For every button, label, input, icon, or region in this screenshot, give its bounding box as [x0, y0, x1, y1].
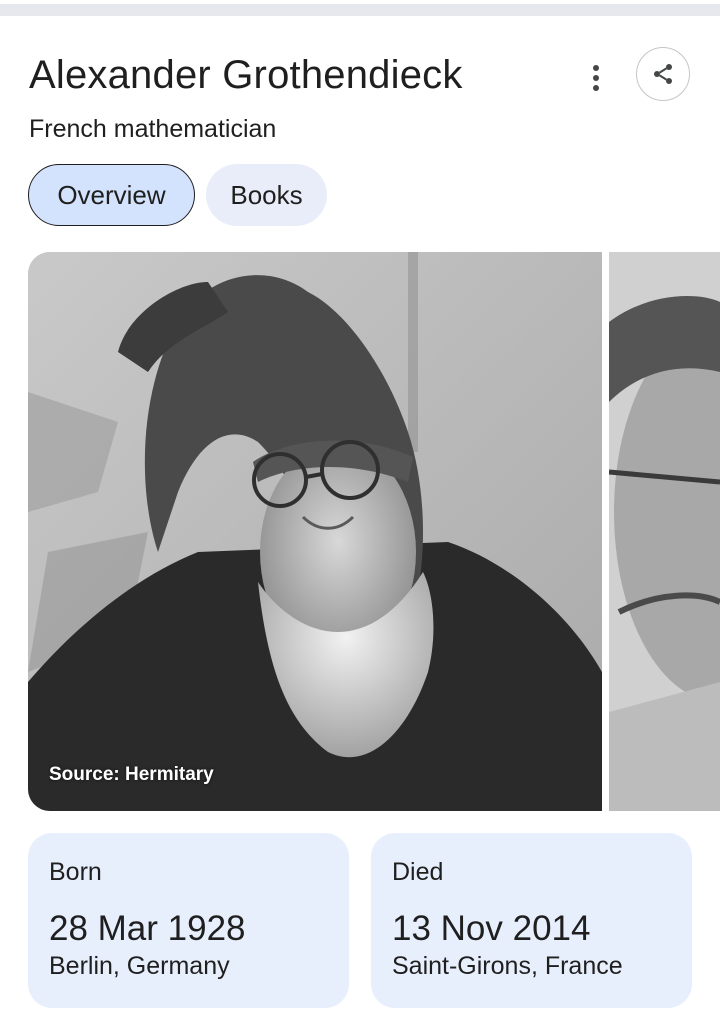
portrait-image-2 [609, 252, 720, 811]
died-date: 13 Nov 2014 [392, 909, 591, 948]
entity-subtitle: French mathematician [29, 115, 277, 143]
died-place: Saint-Girons, France [392, 952, 623, 980]
died-label: Died [392, 858, 444, 886]
tab-books-label: Books [230, 179, 303, 210]
top-divider [0, 0, 720, 20]
born-place: Berlin, Germany [49, 952, 230, 980]
tab-overview-label: Overview [57, 179, 166, 210]
image-source-caption: Source: Hermitary [49, 764, 214, 785]
more-vert-icon [593, 65, 599, 71]
secondary-photo[interactable] [609, 252, 720, 811]
born-label: Born [49, 858, 102, 886]
born-card[interactable]: Born 28 Mar 1928 Berlin, Germany [28, 833, 349, 1008]
entity-title: Alexander Grothendieck [29, 53, 463, 97]
share-button[interactable] [636, 47, 690, 101]
more-options-button[interactable] [578, 58, 614, 98]
tab-books[interactable]: Books [206, 164, 327, 226]
portrait-image [28, 252, 602, 811]
share-icon [654, 64, 672, 84]
died-card[interactable]: Died 13 Nov 2014 Saint-Girons, France [371, 833, 692, 1008]
tab-overview[interactable]: Overview [28, 164, 195, 226]
born-date: 28 Mar 1928 [49, 909, 246, 948]
main-photo[interactable]: Source: Hermitary [28, 252, 602, 811]
